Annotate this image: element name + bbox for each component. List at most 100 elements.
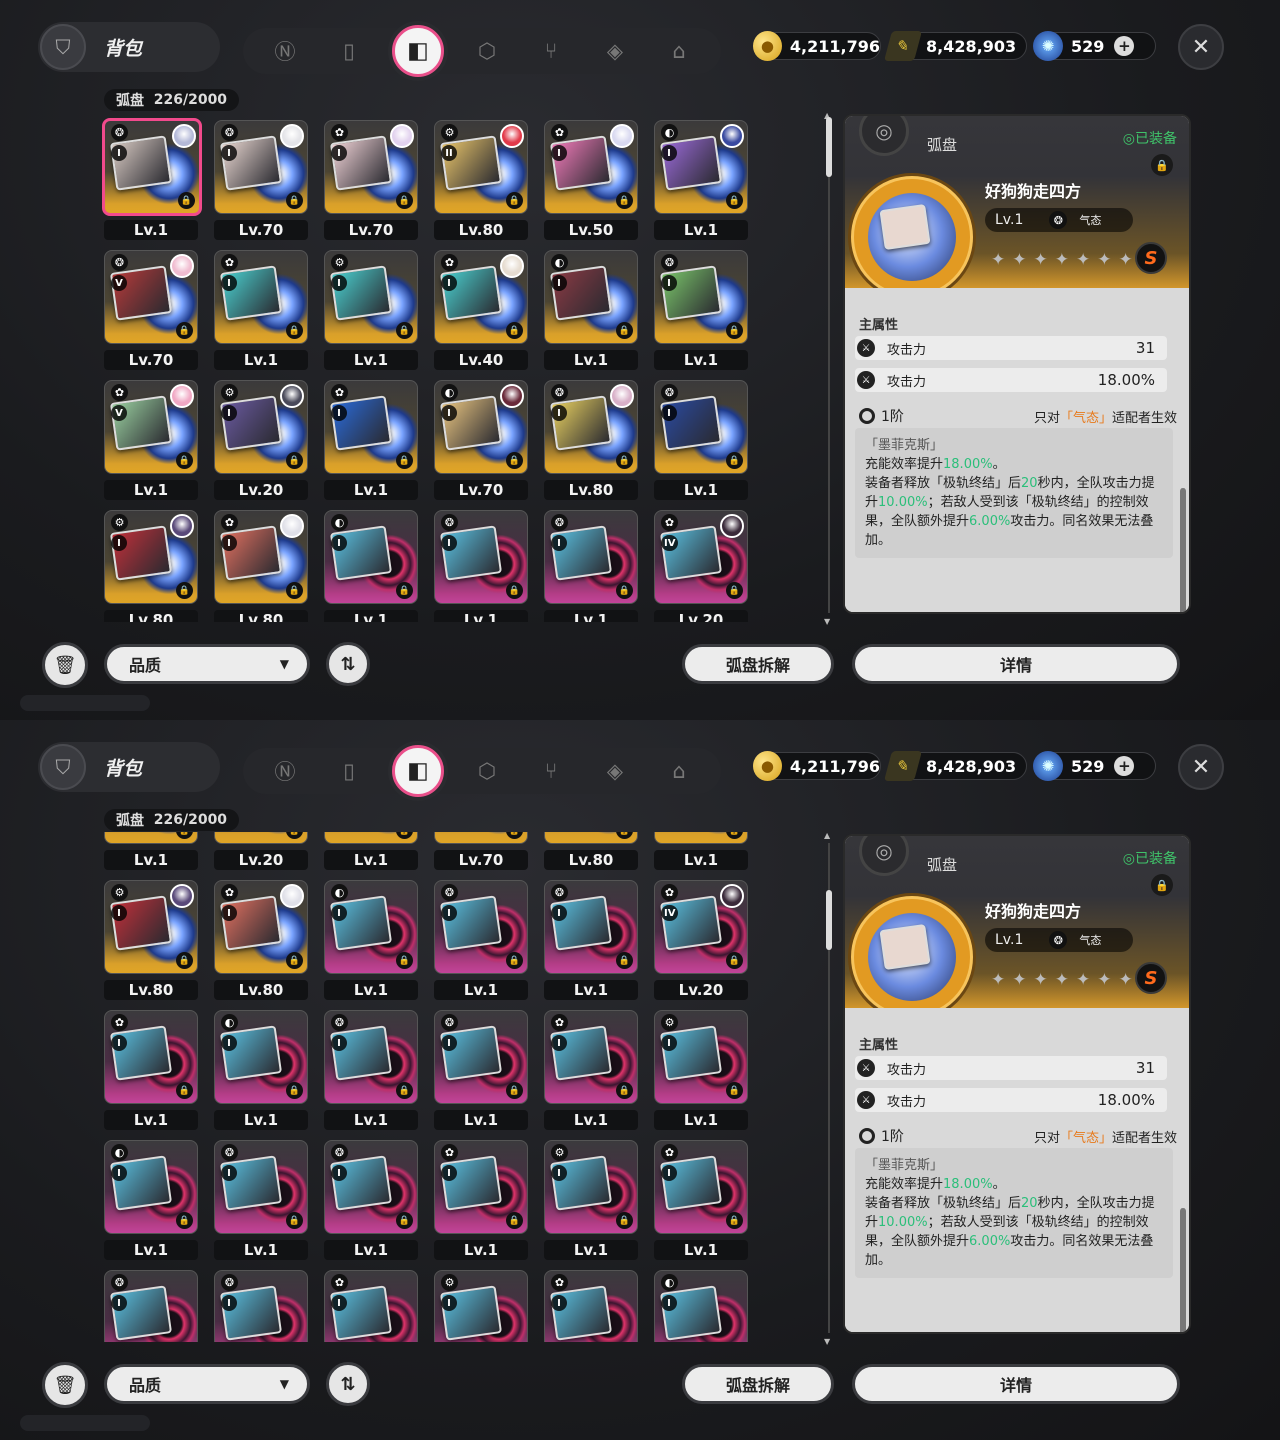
disc-card[interactable]: ⚙I🔒Lv.20 [210, 832, 310, 870]
tab-disc-case[interactable]: ◧ [392, 25, 444, 77]
tab-house[interactable]: ⌂ [658, 30, 700, 72]
add-currency-button[interactable]: + [1114, 756, 1135, 776]
disc-card[interactable]: ✿I🔒Lv.1 [100, 1006, 200, 1130]
disc-card[interactable]: ◐I🔒Lv.70 [430, 832, 530, 870]
disc-card[interactable]: ◐ I 🔒 Lv.1 [320, 506, 420, 622]
backpack-header: ⛉ 背包 [38, 22, 220, 72]
disc-card[interactable]: ❂I🔒Lv.1 [650, 246, 750, 370]
tab-box[interactable]: ⬡ [466, 30, 508, 72]
grid-scrollbar[interactable]: ▲ ▼ [824, 831, 832, 1346]
disc-card[interactable]: ❂I🔒Lv.1 [100, 116, 202, 240]
disc-card[interactable]: ✿ I 🔒 Lv.80 [210, 876, 310, 1000]
grid-scrollbar[interactable]: ▲ ▼ [824, 111, 832, 626]
disc-card[interactable]: ❂I🔒Lv.1 [430, 1006, 530, 1130]
disc-card[interactable]: ⚙ II 🔒 Lv.80 [430, 116, 530, 240]
disc-card[interactable]: ❂I🔒Lv.1 [320, 1006, 420, 1130]
disc-card[interactable]: ❂I🔒Lv.1 [430, 506, 530, 622]
quality-dropdown[interactable]: 品质 ▼ [104, 1364, 310, 1404]
disc-card[interactable]: ❂ V 🔒 Lv.70 [100, 246, 200, 370]
trash-button[interactable]: 🗑 [42, 642, 88, 688]
detail-scrollbar[interactable] [1180, 1208, 1186, 1332]
details-button[interactable]: 详情 [852, 644, 1180, 684]
close-button[interactable]: ✕ [1178, 24, 1224, 70]
detail-scroll-thumb[interactable] [1180, 1208, 1186, 1332]
tab-cube[interactable]: ◈ [594, 750, 636, 792]
sort-order-button[interactable]: ⇅ [326, 1362, 370, 1406]
trash-button[interactable]: 🗑 [42, 1362, 88, 1408]
details-button[interactable]: 详情 [852, 1364, 1180, 1404]
tab-food[interactable]: ⑂ [530, 750, 572, 792]
cube-icon: ◈ [606, 759, 624, 783]
disc-card[interactable]: ⚙ I 🔒 Lv.1 [320, 246, 420, 370]
disc-card[interactable]: ✿ IV 🔒 Lv.20 [650, 506, 750, 622]
lock-toggle[interactable]: 🔒 [1151, 874, 1173, 896]
disc-attribute: 气态 [1079, 214, 1102, 227]
disc-card[interactable]: ✿V🔒Lv.1 [100, 832, 200, 870]
disc-card[interactable]: ❂ I 🔒 Lv.70 [210, 116, 310, 240]
disc-card[interactable]: ✿I🔒 [540, 1266, 640, 1342]
disc-card[interactable]: ◐ I 🔒 Lv.1 [540, 246, 640, 370]
disc-card[interactable]: ❂I🔒 [100, 1266, 200, 1342]
disc-card[interactable]: ✿I🔒Lv.1 [210, 246, 310, 370]
close-button[interactable]: ✕ [1178, 744, 1224, 790]
lock-icon: 🔒 [176, 1212, 193, 1229]
dismantle-button[interactable]: 弧盘拆解 [682, 644, 834, 684]
disc-card[interactable]: ✿ I 🔒 Lv.80 [210, 506, 310, 622]
disc-card[interactable]: ✿V🔒Lv.1 [100, 376, 200, 500]
detail-scroll-thumb[interactable] [1180, 488, 1186, 612]
disc-card[interactable]: ◐ I 🔒 Lv.1 [210, 1006, 310, 1130]
disc-card[interactable]: ⚙ I 🔒 Lv.80 [100, 876, 200, 1000]
disc-card[interactable]: ⚙ I 🔒 Lv.80 [100, 506, 200, 622]
tab-box[interactable]: ⬡ [466, 750, 508, 792]
disc-card[interactable]: ◐ I 🔒 Lv.1 [100, 1136, 200, 1260]
disc-card[interactable]: ✿ I 🔒 Lv.50 [540, 116, 640, 240]
disc-card[interactable]: ❂I🔒Lv.1 [540, 506, 640, 622]
disc-cover-art [219, 895, 283, 951]
disc-card[interactable]: ❂I🔒Lv.1 [650, 832, 750, 870]
sort-order-button[interactable]: ⇅ [326, 642, 370, 686]
disc-card[interactable]: ✿I🔒Lv.1 [430, 1136, 530, 1260]
dismantle-button[interactable]: 弧盘拆解 [682, 1364, 834, 1404]
disc-card[interactable]: ❂I🔒Lv.1 [540, 876, 640, 1000]
disc-card[interactable]: ◐ I 🔒 Lv.1 [650, 116, 750, 240]
disc-card[interactable]: ⚙ I 🔒 Lv.1 [650, 1006, 750, 1130]
tab-house[interactable]: ⌂ [658, 750, 700, 792]
tab-gameboy[interactable]: ▯ [328, 750, 370, 792]
disc-card[interactable]: ◐I🔒 [650, 1266, 750, 1342]
scroll-thumb[interactable] [826, 117, 832, 177]
disc-card[interactable]: ✿I🔒Lv.1 [650, 1136, 750, 1260]
disc-card[interactable]: ✿ IV 🔒 Lv.20 [650, 876, 750, 1000]
tab-food[interactable]: ⑂ [530, 30, 572, 72]
detail-scrollbar[interactable] [1180, 488, 1186, 612]
tab-gameboy[interactable]: ▯ [328, 30, 370, 72]
disc-card[interactable]: ⚙I🔒Lv.20 [210, 376, 310, 500]
disc-card[interactable]: ❂I🔒Lv.80 [540, 832, 640, 870]
add-currency-button[interactable]: + [1114, 36, 1135, 56]
lock-icon: 🔒 [726, 952, 743, 969]
disc-card[interactable]: ◐I🔒Lv.70 [430, 376, 530, 500]
lock-toggle[interactable]: 🔒 [1151, 154, 1173, 176]
tab-disc-case[interactable]: ◧ [392, 745, 444, 797]
disc-card[interactable]: ❂I🔒Lv.80 [540, 376, 640, 500]
disc-card[interactable]: ⚙I🔒 [430, 1266, 530, 1342]
quality-dropdown[interactable]: 品质 ▼ [104, 644, 310, 684]
tab-n-logo[interactable]: Ⓝ [264, 30, 306, 72]
disc-card[interactable]: ❂I🔒 [210, 1266, 310, 1342]
disc-card[interactable]: ✿I🔒 [320, 1266, 420, 1342]
disc-card[interactable]: ✿ I 🔒 Lv.70 [320, 116, 420, 240]
disc-card[interactable]: ✿I🔒Lv.1 [540, 1006, 640, 1130]
effect-value: 18.00% [943, 457, 993, 472]
disc-card[interactable]: ❂I🔒Lv.1 [430, 876, 530, 1000]
tab-n-logo[interactable]: Ⓝ [264, 750, 306, 792]
tab-cube[interactable]: ◈ [594, 30, 636, 72]
disc-card[interactable]: ✿I🔒Lv.1 [320, 832, 420, 870]
disc-card[interactable]: ❂I🔒Lv.1 [320, 1136, 420, 1260]
disc-card[interactable]: ⚙ I 🔒 Lv.1 [540, 1136, 640, 1260]
disc-card[interactable]: ◐ I 🔒 Lv.1 [320, 876, 420, 1000]
disc-card[interactable]: ✿ I 🔒 Lv.40 [430, 246, 530, 370]
scroll-thumb[interactable] [826, 890, 832, 950]
disc-card[interactable]: ✿I🔒Lv.1 [320, 376, 420, 500]
disc-card[interactable]: ❂I🔒Lv.1 [210, 1136, 310, 1260]
disc-card[interactable]: ❂I🔒Lv.1 [650, 376, 750, 500]
tier-badge: I [441, 1165, 457, 1181]
